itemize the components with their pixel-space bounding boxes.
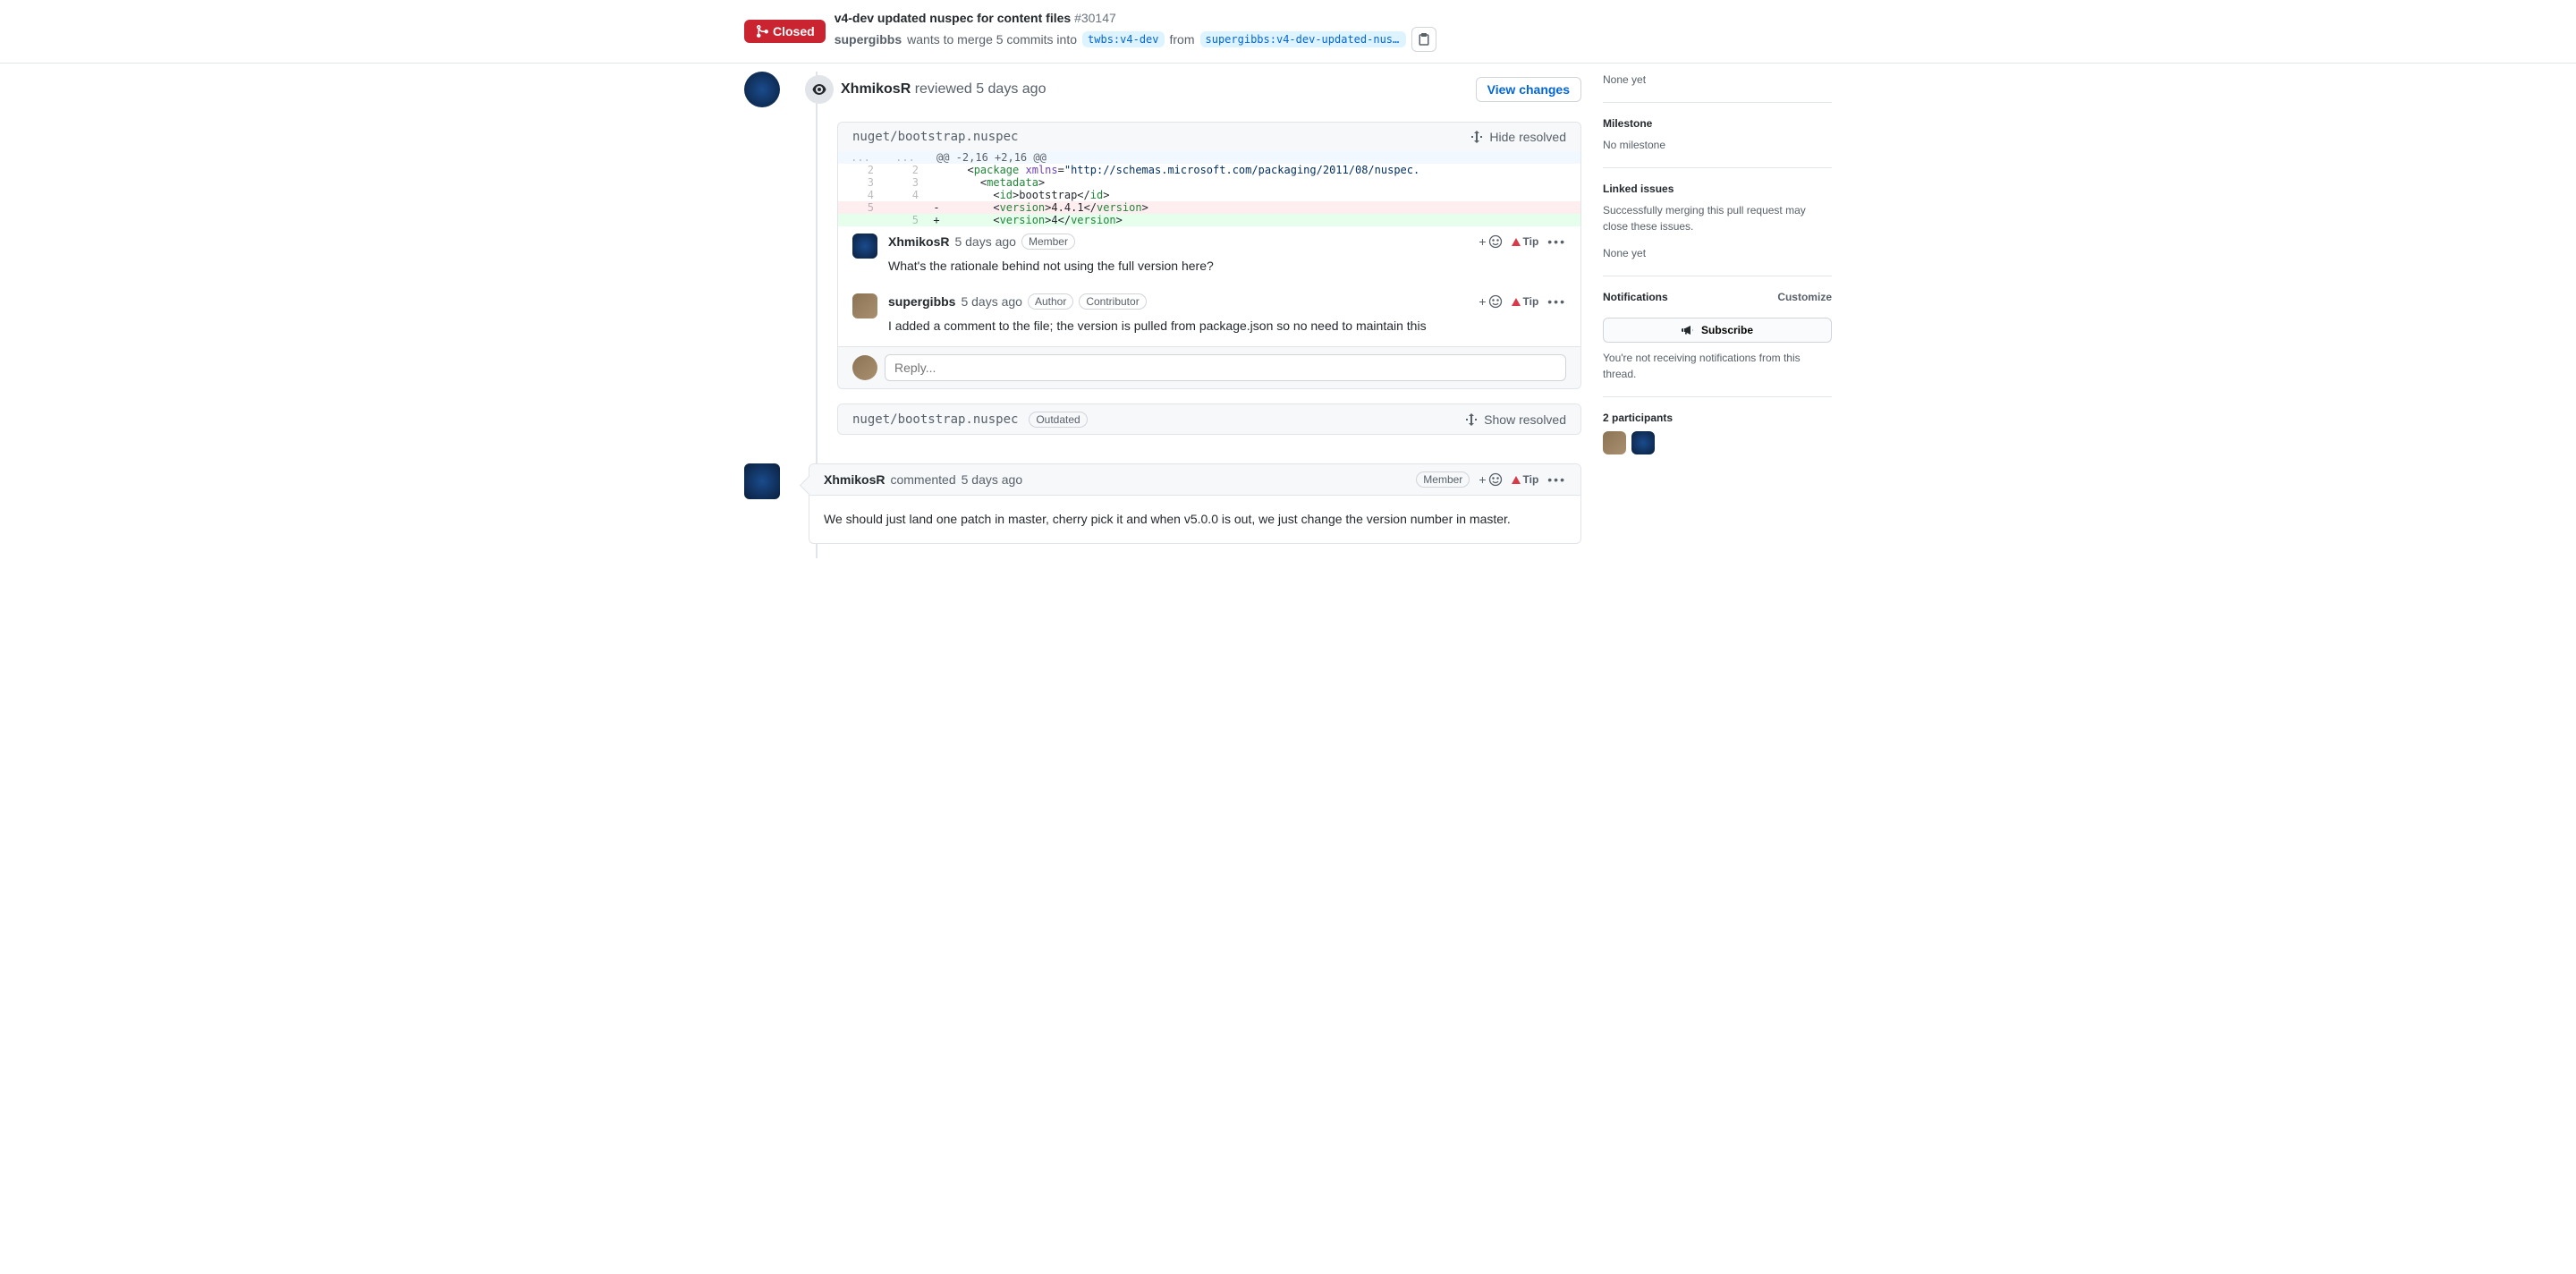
reply-row bbox=[838, 346, 1580, 388]
sticky-pr-header: Closed v4-dev updated nuspec for content… bbox=[0, 0, 2576, 64]
timeline-comment: XhmikosR commented 5 days ago Member + T… bbox=[744, 463, 1581, 544]
comment-menu-button[interactable]: ••• bbox=[1547, 472, 1566, 487]
sidebar-notifications-heading: Notifications bbox=[1603, 291, 1668, 303]
commenter-avatar[interactable] bbox=[852, 234, 877, 259]
head-branch[interactable]: supergibbs:v4-dev-updated-nuspec-cont… bbox=[1200, 31, 1406, 47]
commenter-avatar[interactable] bbox=[744, 463, 780, 499]
copy-branch-button[interactable] bbox=[1411, 27, 1436, 52]
comment-body: We should just land one patch in master,… bbox=[809, 496, 1580, 543]
triangle-icon bbox=[1512, 238, 1521, 246]
sidebar-linked-none: None yet bbox=[1603, 245, 1832, 261]
file-path[interactable]: nuget/bootstrap.nuspec bbox=[852, 130, 1018, 144]
add-reaction-button[interactable]: + bbox=[1479, 472, 1502, 487]
comment-menu-button[interactable]: ••• bbox=[1547, 234, 1566, 249]
reviewer-name[interactable]: XhmikosR bbox=[841, 81, 911, 97]
sidebar-participants-heading: 2 participants bbox=[1603, 412, 1832, 424]
tip-button[interactable]: Tip bbox=[1512, 295, 1539, 308]
unfold-icon bbox=[1470, 130, 1484, 144]
reviewer-avatar[interactable] bbox=[744, 72, 780, 107]
git-pull-request-icon bbox=[755, 24, 769, 38]
megaphone-icon bbox=[1682, 323, 1696, 337]
pr-title[interactable]: v4-dev updated nuspec for content files bbox=[835, 11, 1072, 25]
comment-menu-button[interactable]: ••• bbox=[1547, 294, 1566, 309]
show-resolved-toggle[interactable]: Show resolved bbox=[1464, 412, 1566, 427]
smiley-icon bbox=[1488, 234, 1503, 249]
commenter-avatar[interactable] bbox=[852, 293, 877, 318]
sidebar-milestone-heading[interactable]: Milestone bbox=[1603, 117, 1832, 130]
review-comment: supergibbs 5 days ago Author Contributor… bbox=[838, 286, 1580, 346]
diff-line: 4 4 <id>bootstrap</id> bbox=[838, 189, 1580, 201]
sidebar: None yet Milestone No milestone Linked i… bbox=[1603, 72, 1832, 558]
comment-body: I added a comment to the file; the versi… bbox=[888, 313, 1566, 339]
review-block: XhmikosR reviewed 5 days ago View change… bbox=[744, 72, 1581, 435]
comment-time[interactable]: 5 days ago bbox=[961, 294, 1022, 309]
comment-body: What's the rationale behind not using th… bbox=[888, 253, 1566, 279]
member-badge: Member bbox=[1021, 234, 1075, 250]
diff-file-box: nuget/bootstrap.nuspec Hide resolved ...… bbox=[837, 122, 1581, 389]
sidebar-linked-description: Successfully merging this pull request m… bbox=[1603, 202, 1832, 234]
hide-resolved-toggle[interactable]: Hide resolved bbox=[1470, 130, 1566, 144]
diff-table: ... ... @@ -2,16 +2,16 @@ 2 2 <package x… bbox=[838, 151, 1580, 226]
customize-link[interactable]: Customize bbox=[1777, 291, 1832, 303]
comment-time[interactable]: 5 days ago bbox=[954, 234, 1016, 249]
participant-avatar[interactable] bbox=[1631, 431, 1655, 454]
triangle-icon bbox=[1512, 298, 1521, 306]
triangle-icon bbox=[1512, 476, 1521, 484]
view-changes-button[interactable]: View changes bbox=[1476, 77, 1581, 102]
notifications-note: You're not receiving notifications from … bbox=[1603, 350, 1832, 382]
pr-title-line: v4-dev updated nuspec for content files … bbox=[835, 11, 1436, 25]
base-branch[interactable]: twbs:v4-dev bbox=[1082, 31, 1164, 47]
smiley-icon bbox=[1488, 472, 1503, 487]
review-time[interactable]: 5 days ago bbox=[976, 81, 1046, 97]
outdated-badge: Outdated bbox=[1029, 412, 1087, 428]
contributor-badge: Contributor bbox=[1079, 293, 1146, 310]
comment-time[interactable]: 5 days ago bbox=[962, 472, 1023, 487]
commenter-name[interactable]: XhmikosR bbox=[824, 472, 885, 487]
diff-line-deleted: 5 - <version>4.4.1</version> bbox=[838, 201, 1580, 214]
review-comment: XhmikosR 5 days ago Member + Tip ••• bbox=[838, 226, 1580, 286]
sidebar-milestone-value: No milestone bbox=[1603, 137, 1832, 153]
current-user-avatar[interactable] bbox=[852, 355, 877, 380]
commenter-name[interactable]: XhmikosR bbox=[888, 234, 949, 249]
diff-file-box-collapsed: nuget/bootstrap.nuspec Outdated Show res… bbox=[837, 403, 1581, 435]
diff-line: 2 2 <package xmlns="http://schemas.micro… bbox=[838, 164, 1580, 176]
eye-icon bbox=[812, 82, 826, 97]
hunk-header-row: ... ... @@ -2,16 +2,16 @@ bbox=[838, 151, 1580, 164]
tip-button[interactable]: Tip bbox=[1512, 473, 1539, 486]
diff-line: 3 3 <metadata> bbox=[838, 176, 1580, 189]
smiley-icon bbox=[1488, 294, 1503, 309]
clipboard-icon bbox=[1417, 32, 1431, 47]
file-path[interactable]: nuget/bootstrap.nuspec bbox=[852, 412, 1018, 427]
diff-line-added: 5 + <version>4</version> bbox=[838, 214, 1580, 226]
sidebar-linked-heading[interactable]: Linked issues bbox=[1603, 183, 1832, 195]
add-reaction-button[interactable]: + bbox=[1479, 294, 1502, 309]
review-icon-badge bbox=[805, 75, 834, 104]
author-badge: Author bbox=[1028, 293, 1073, 310]
pr-state-text: Closed bbox=[773, 24, 815, 38]
subscribe-button[interactable]: Subscribe bbox=[1603, 318, 1832, 343]
reply-input[interactable] bbox=[885, 354, 1566, 381]
add-reaction-button[interactable]: + bbox=[1479, 234, 1502, 249]
unfold-icon bbox=[1464, 412, 1479, 427]
pr-number: #30147 bbox=[1074, 11, 1116, 25]
participant-avatar[interactable] bbox=[1603, 431, 1626, 454]
pr-state-badge: Closed bbox=[744, 20, 826, 43]
merge-author[interactable]: supergibbs bbox=[835, 32, 902, 47]
tip-button[interactable]: Tip bbox=[1512, 235, 1539, 248]
member-badge: Member bbox=[1416, 471, 1470, 488]
sidebar-none-yet: None yet bbox=[1603, 72, 1832, 88]
pr-merge-subtitle: supergibbs wants to merge 5 commits into… bbox=[835, 27, 1436, 52]
commenter-name[interactable]: supergibbs bbox=[888, 294, 955, 309]
